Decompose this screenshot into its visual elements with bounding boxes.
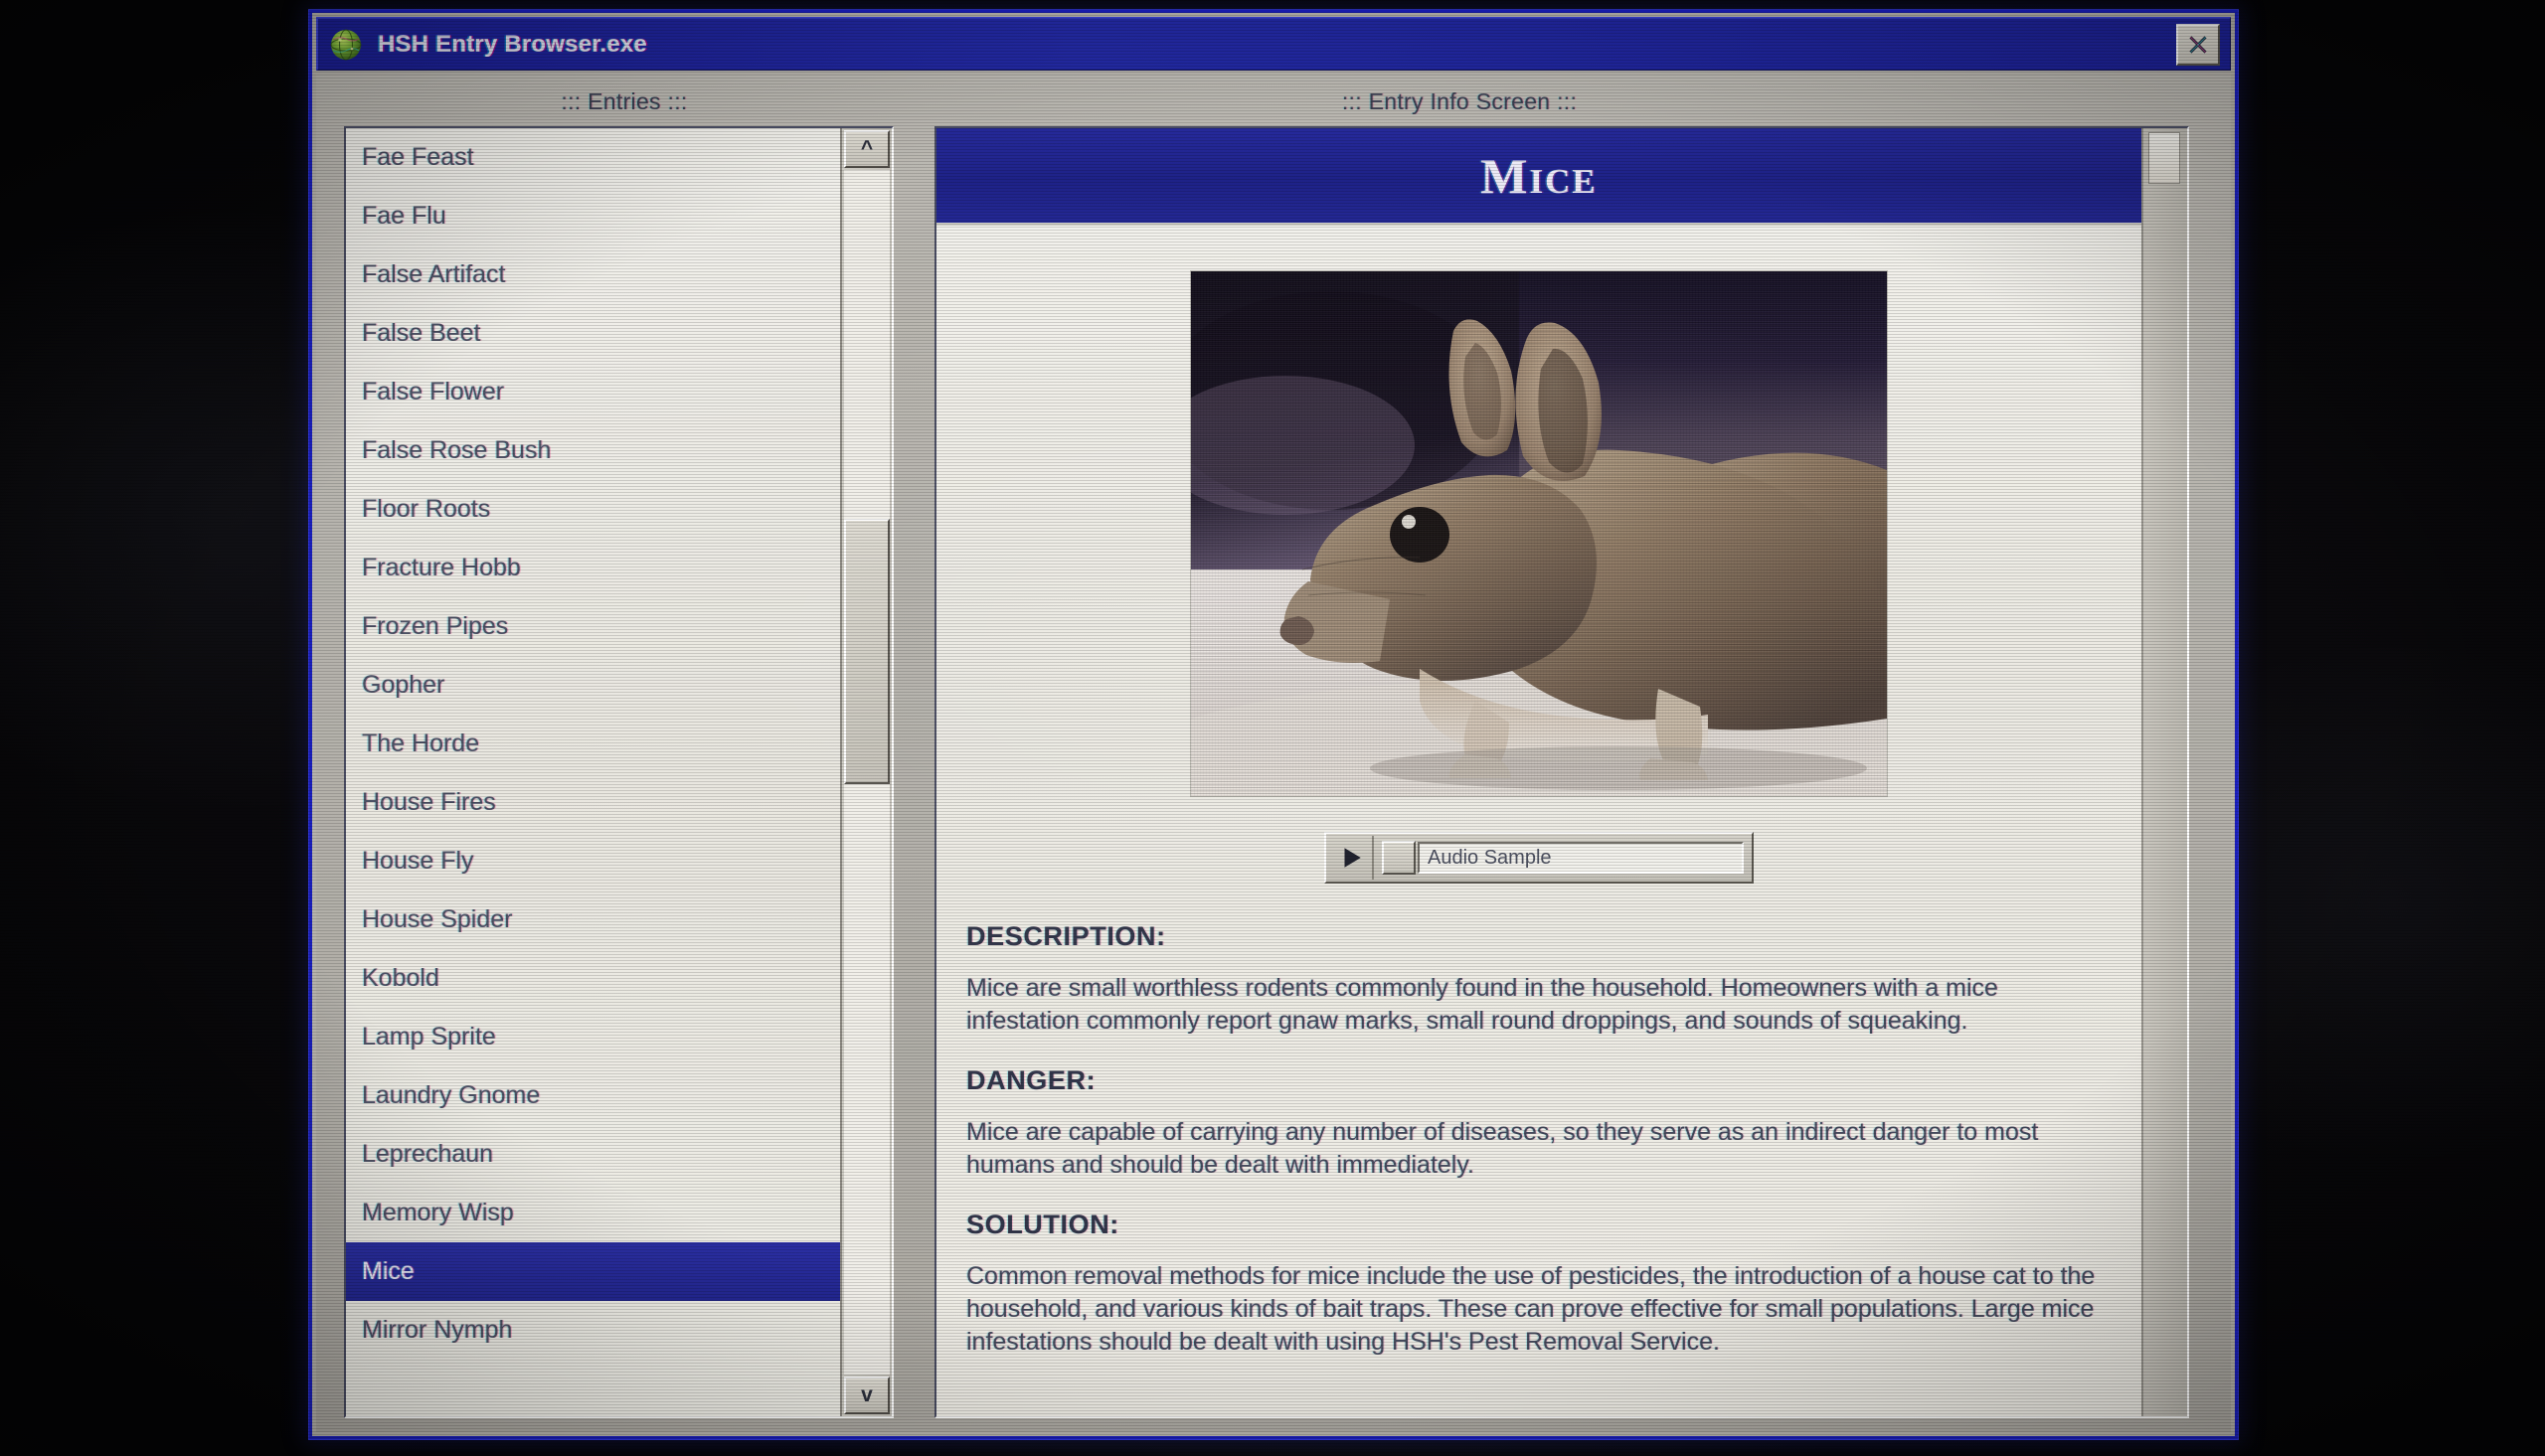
section-body: Common removal methods for mice include … [966,1262,2096,1356]
audio-slider-thumb[interactable] [1382,841,1416,875]
crt-screen: HSH Entry Browser.exe ::: Entries ::: ::… [0,0,2545,1456]
section-body: Mice are small worthless rodents commonl… [966,974,1998,1035]
play-button[interactable] [1330,836,1374,880]
entry-list-item[interactable]: False Artifact [346,245,840,304]
window-client-area: ::: Entries ::: ::: Entry Info Screen ::… [316,75,2231,1432]
scroll-down-arrow-icon[interactable]: v [844,1376,890,1414]
section-label: SOLUTION: [966,1210,1119,1239]
entry-title: Mice [1480,147,1598,204]
globe-icon [328,27,364,63]
entry-list-item[interactable]: House Fly [346,832,840,890]
application-window: HSH Entry Browser.exe ::: Entries ::: ::… [309,10,2238,1439]
entry-list-item[interactable]: Leprechaun [346,1125,840,1184]
entry-sections: DESCRIPTION: Mice are small worthless rod… [936,884,2141,1359]
entry-list-item[interactable]: Laundry Gnome [346,1066,840,1125]
section-body: Mice are capable of carrying any number … [966,1118,2039,1179]
entry-list-item[interactable]: Kobold [346,949,840,1008]
entries-scrollbar[interactable]: ^ v [840,128,892,1416]
entry-info-content: Mice Audio Sample DESCRIPTION: Mice are … [936,128,2141,1416]
entry-list-item[interactable]: House Spider [346,890,840,949]
entry-list-item[interactable]: Memory Wisp [346,1184,840,1242]
entry-list-item[interactable]: Floor Roots [346,480,840,539]
entry-list-item[interactable]: False Beet [346,304,840,363]
entry-list-item[interactable]: Mice [346,1242,840,1301]
audio-sample-label: Audio Sample [1418,842,1744,874]
section-label: DESCRIPTION: [966,921,1166,951]
mouse-photograph [1191,271,1887,796]
entry-list-item[interactable]: False Rose Bush [346,421,840,480]
entry-list-item[interactable]: Fae Feast [346,128,840,187]
audio-slider[interactable]: Audio Sample [1374,836,1748,880]
entry-list-item[interactable]: False Flower [346,363,840,421]
play-triangle-icon [1344,848,1361,868]
entry-info-box: Mice Audio Sample DESCRIPTION: Mice are … [934,126,2189,1418]
entry-list-item[interactable]: The Horde [346,715,840,773]
audio-sample-player[interactable]: Audio Sample [1324,832,1754,884]
entry-list-item[interactable]: House Fires [346,773,840,832]
entry-list-item[interactable]: Lamp Sprite [346,1008,840,1066]
info-panel-heading: ::: Entry Info Screen ::: [1341,88,1578,114]
entries-panel-heading: ::: Entries ::: [561,88,688,114]
window-title-bar: HSH Entry Browser.exe [316,17,2231,71]
window-title: HSH Entry Browser.exe [378,30,647,58]
section-label: DANGER: [966,1065,1097,1095]
info-scrollbar-thumb[interactable] [2148,132,2180,184]
entry-list-item[interactable]: Fae Flu [346,187,840,245]
entries-list[interactable]: Fae Feast Fae Flu False Artifact False Beet… [346,128,840,1416]
entry-title-banner: Mice [936,128,2141,226]
entry-list-item[interactable]: Fracture Hobb [346,539,840,597]
entry-list-item[interactable]: Frozen Pipes [346,597,840,656]
close-button[interactable] [2176,23,2220,66]
close-icon [2189,35,2207,54]
scrollbar-thumb[interactable] [844,519,890,785]
entry-list-item[interactable]: Gopher [346,656,840,715]
entries-list-box: Fae Feast Fae Flu False Artifact False Beet… [344,126,894,1418]
info-scrollbar[interactable] [2141,128,2187,1416]
scrollbar-track[interactable] [844,170,890,1375]
scroll-up-arrow-icon[interactable]: ^ [844,130,890,168]
entry-list-item[interactable]: Mirror Nymph [346,1301,840,1360]
